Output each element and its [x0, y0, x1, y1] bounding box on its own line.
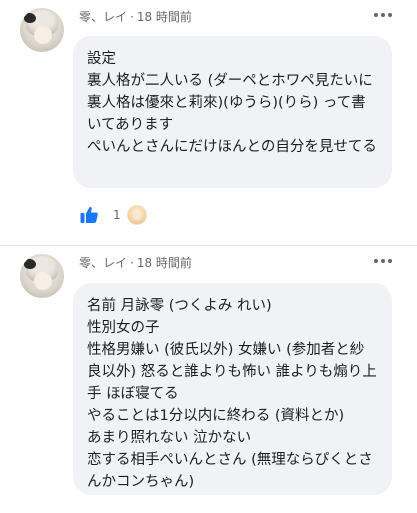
dot: [381, 259, 385, 263]
more-options-icon[interactable]: [369, 8, 397, 22]
avatar-bow: [24, 13, 36, 23]
author-name[interactable]: 零、レイ: [79, 10, 127, 24]
avatar[interactable]: [20, 254, 64, 298]
thumbs-up-icon[interactable]: [79, 205, 99, 225]
timestamp[interactable]: 18 時間前: [137, 10, 192, 24]
more-options-icon[interactable]: [369, 254, 397, 268]
avatar-bow: [24, 259, 36, 269]
reactor-avatar[interactable]: [126, 205, 147, 225]
avatar[interactable]: [20, 8, 64, 52]
comment: 零、レイ · 18 時間前 設定 裏人格が二人いる (ダーペとホワペ見たいに裏人格は…: [0, 0, 417, 232]
reaction-count[interactable]: 1: [113, 208, 121, 222]
dot: [374, 259, 378, 263]
comment-meta: 零、レイ · 18 時間前: [79, 8, 192, 25]
comment-bubble: 名前 月詠零 (つくよみ れい) 性別女の子 性格男嫌い (彼氏以外) 女嫌い …: [73, 283, 392, 495]
comment-bubble: 設定 裏人格が二人いる (ダーペとホワペ見たいに裏人格は優來と莉來)(ゆうら)(…: [73, 36, 392, 188]
timestamp[interactable]: 18 時間前: [137, 256, 192, 270]
reactions-bar[interactable]: 1: [79, 203, 147, 227]
dot: [381, 13, 385, 17]
author-name[interactable]: 零、レイ: [79, 256, 127, 270]
meta-separator: ·: [130, 256, 134, 270]
avatar-face: [34, 272, 52, 290]
meta-separator: ·: [130, 10, 134, 24]
comment-meta: 零、レイ · 18 時間前: [79, 254, 192, 271]
dot: [388, 259, 392, 263]
dot: [388, 13, 392, 17]
comment: 零、レイ · 18 時間前 名前 月詠零 (つくよみ れい) 性別女の子 性格男嫌い…: [0, 245, 417, 513]
dot: [374, 13, 378, 17]
avatar-face: [34, 26, 52, 44]
